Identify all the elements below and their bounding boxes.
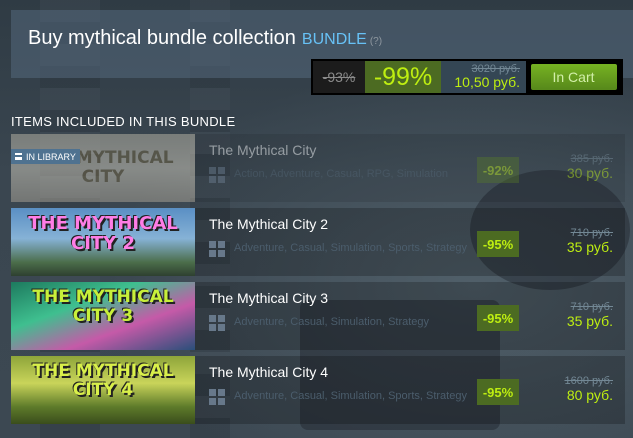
item-final-price: 80 руб. (566, 386, 613, 403)
original-discount: -93% (313, 61, 365, 93)
bundle-title: Buy mythical bundle collection (28, 27, 296, 49)
bundle-item-row[interactable]: THE MYTHICAL CITY The Mythical City Acti… (11, 134, 625, 202)
item-price: 710 руб. 35 руб. (566, 227, 613, 255)
item-original-price: 710 руб. (570, 227, 613, 239)
item-original-price: 385 руб. (570, 153, 613, 165)
bundle-discount: -99% (365, 61, 441, 93)
item-price: 385 руб. 30 руб. (566, 153, 613, 181)
item-final-price: 35 руб. (566, 238, 613, 255)
item-tags: Action, Adventure, Casual, RPG, Simulati… (234, 168, 448, 180)
purchase-area: -93% -99% 3020 руб. 10,50 руб. In Cart (311, 59, 623, 95)
item-name[interactable]: The Mythical City 4 (209, 364, 328, 380)
in-library-label: IN LIBRARY (26, 151, 76, 162)
item-discount: -92% (477, 157, 519, 183)
game-capsule[interactable]: THE MYTHICAL CITY 2 (11, 208, 195, 276)
windows-icon (209, 241, 225, 257)
windows-icon (209, 167, 225, 183)
capsule-title: THE MYTHICAL CITY 3 (32, 287, 174, 326)
item-original-price: 1600 руб. (564, 375, 613, 387)
windows-icon (209, 389, 225, 405)
in-cart-button[interactable]: In Cart (530, 64, 617, 90)
item-name[interactable]: The Mythical City 3 (209, 290, 328, 306)
item-original-price: 710 руб. (570, 301, 613, 313)
help-link[interactable]: (?) (370, 36, 382, 47)
game-capsule[interactable]: THE MYTHICAL CITY (11, 134, 195, 202)
section-title: ITEMS INCLUDED IN THIS BUNDLE (11, 114, 236, 129)
item-name[interactable]: The Mythical City 2 (209, 216, 328, 232)
bundle-item-row[interactable]: THE MYTHICAL CITY 2 The Mythical City 2 … (11, 208, 625, 276)
library-icon (15, 153, 22, 160)
cart-button-wrap: In Cart (526, 61, 621, 93)
page-title: Buy mythical bundle collection BUNDLE (?) (28, 27, 382, 50)
item-discount: -95% (477, 231, 519, 257)
item-name[interactable]: The Mythical City (209, 142, 316, 158)
item-price: 710 руб. 35 руб. (566, 301, 613, 329)
capsule-title: THE MYTHICAL CITY 4 (32, 361, 174, 400)
item-tags: Adventure, Casual, Simulation, Sports, S… (234, 390, 467, 402)
item-tags: Adventure, Casual, Simulation, Sports, S… (234, 242, 467, 254)
bundle-item-row[interactable]: THE MYTHICAL CITY 4 The Mythical City 4 … (11, 356, 625, 424)
capsule-title: THE MYTHICAL CITY 2 (28, 213, 178, 254)
item-discount: -95% (477, 379, 519, 405)
in-library-badge: IN LIBRARY (11, 149, 80, 164)
bundle-prices: 3020 руб. 10,50 руб. (441, 61, 526, 93)
bundle-label: BUNDLE (301, 31, 367, 48)
game-capsule[interactable]: THE MYTHICAL CITY 3 (11, 282, 195, 350)
windows-icon (209, 315, 225, 331)
item-final-price: 30 руб. (566, 164, 613, 181)
item-tags: Adventure, Casual, Simulation, Strategy (234, 316, 430, 328)
item-price: 1600 руб. 80 руб. (564, 375, 613, 403)
bundle-final-price: 10,50 руб. (454, 74, 520, 91)
item-final-price: 35 руб. (566, 312, 613, 329)
bundle-item-row[interactable]: THE MYTHICAL CITY 3 The Mythical City 3 … (11, 282, 625, 350)
item-discount: -95% (477, 305, 519, 331)
game-capsule[interactable]: THE MYTHICAL CITY 4 (11, 356, 195, 424)
